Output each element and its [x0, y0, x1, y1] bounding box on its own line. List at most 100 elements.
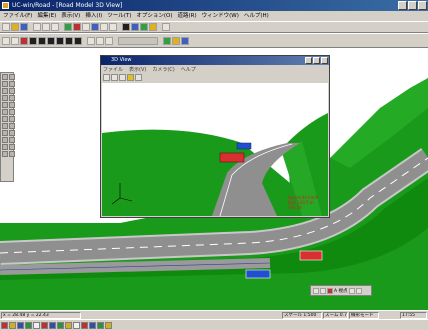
- tree-icon[interactable]: [163, 36, 171, 45]
- taskbar-road-icon[interactable]: [41, 321, 48, 329]
- palette-redo-icon[interactable]: [9, 144, 15, 150]
- palette-zoom-icon[interactable]: [2, 81, 8, 87]
- taskbar-doc-icon[interactable]: [33, 321, 40, 329]
- camera-icon[interactable]: [122, 23, 130, 31]
- view-3d-red-car[interactable]: [219, 152, 245, 163]
- minimize-button[interactable]: [398, 1, 407, 10]
- taskbar-game-icon[interactable]: [97, 321, 104, 329]
- grid-icon[interactable]: [2, 36, 10, 45]
- view-3d-play-icon[interactable]: [111, 74, 118, 81]
- taskbar-tools-icon[interactable]: [105, 321, 112, 329]
- menu-window[interactable]: ウィンドウ(W): [202, 11, 239, 21]
- palette-road-icon[interactable]: [2, 95, 8, 101]
- taskbar-app-icon[interactable]: [25, 321, 32, 329]
- help-icon[interactable]: [162, 23, 170, 31]
- palette-curve-icon[interactable]: [9, 88, 15, 94]
- palette-intersection-icon[interactable]: [2, 109, 8, 115]
- view-3d-stop-icon[interactable]: [119, 74, 126, 81]
- view-3d-light-icon[interactable]: [127, 74, 134, 81]
- palette-tree-icon[interactable]: [2, 116, 8, 122]
- palette-info-icon[interactable]: [9, 151, 15, 157]
- view-3d-window[interactable]: 3D View ファイル 表示(V) カメラ(C) ヘルプ Speed 40 k…: [100, 55, 330, 218]
- paste-icon[interactable]: [51, 23, 59, 31]
- stop-icon[interactable]: [56, 36, 64, 45]
- taskbar-sheet-icon[interactable]: [57, 321, 64, 329]
- speed-slider[interactable]: [118, 36, 158, 45]
- play-icon[interactable]: [131, 23, 139, 31]
- rotate-icon[interactable]: [96, 36, 104, 45]
- water-icon[interactable]: [181, 36, 189, 45]
- red-car[interactable]: [299, 250, 323, 261]
- view-3d-settings-icon[interactable]: [135, 74, 142, 81]
- fast-forward-icon[interactable]: [74, 36, 82, 45]
- view-3d-menu-camera[interactable]: カメラ(C): [152, 66, 174, 73]
- menu-options[interactable]: オプション(O): [136, 11, 172, 21]
- palette-text-icon[interactable]: [2, 137, 8, 143]
- palette-camera-icon[interactable]: [9, 123, 15, 129]
- taskbar-note-icon[interactable]: [73, 321, 80, 329]
- palette-building-icon[interactable]: [9, 116, 15, 122]
- menu-help[interactable]: ヘルプ(H): [244, 11, 269, 21]
- taskbar-network-icon[interactable]: [89, 321, 96, 329]
- cut-icon[interactable]: [33, 23, 41, 31]
- pause-icon[interactable]: [47, 36, 55, 45]
- palette-lane-icon[interactable]: [9, 95, 15, 101]
- taskbar-media-icon[interactable]: [81, 321, 88, 329]
- menu-file[interactable]: ファイル(F): [3, 11, 32, 21]
- new-file-icon[interactable]: [2, 23, 10, 31]
- zoom-out-icon[interactable]: [109, 23, 117, 31]
- view-3d-menu-help[interactable]: ヘルプ: [181, 66, 196, 73]
- terrain-icon[interactable]: [64, 23, 72, 31]
- copy-icon[interactable]: [42, 23, 50, 31]
- palette-point-icon[interactable]: [9, 81, 15, 87]
- menu-insert[interactable]: 挿入(I): [85, 11, 102, 21]
- palette-undo-icon[interactable]: [2, 144, 8, 150]
- snap-icon[interactable]: [11, 36, 19, 45]
- floating-zoom-icon[interactable]: [320, 287, 326, 294]
- taskbar-mail-icon[interactable]: [49, 321, 56, 329]
- close-button[interactable]: [418, 1, 427, 10]
- view-3d-title-bar[interactable]: 3D View: [101, 56, 329, 65]
- step-forward-icon[interactable]: [65, 36, 73, 45]
- view-3d-blue-car[interactable]: [236, 142, 252, 150]
- menu-edit[interactable]: 編集(E): [37, 11, 56, 21]
- taskbar-folder-icon[interactable]: [65, 321, 72, 329]
- palette-sign-icon[interactable]: [9, 109, 15, 115]
- palette-tunnel-icon[interactable]: [9, 102, 15, 108]
- view-3d-viewport[interactable]: Speed 40 km/h Dist 120.5 m FPS 28: [102, 83, 328, 216]
- palette-delete-icon[interactable]: [9, 137, 15, 143]
- view-3d-close-button[interactable]: [321, 57, 328, 64]
- rewind-icon[interactable]: [29, 36, 37, 45]
- road-icon[interactable]: [73, 23, 81, 31]
- palette-light-icon[interactable]: [2, 130, 8, 136]
- palette-car-icon[interactable]: [2, 123, 8, 129]
- taskbar-browser-icon[interactable]: [17, 321, 24, 329]
- move-icon[interactable]: [87, 36, 95, 45]
- menu-tools[interactable]: ツール(T): [107, 11, 131, 21]
- palette-help-icon[interactable]: [2, 151, 8, 157]
- view-3d-menu-file[interactable]: ファイル: [103, 66, 123, 73]
- save-icon[interactable]: [20, 23, 28, 31]
- floating-record-icon[interactable]: [327, 287, 333, 294]
- open-folder-icon[interactable]: [11, 23, 19, 31]
- start-icon[interactable]: [1, 321, 8, 329]
- menu-road[interactable]: 道路(R): [178, 11, 197, 21]
- view-3d-menu-view[interactable]: 表示(V): [129, 66, 146, 73]
- palette-bridge-icon[interactable]: [2, 102, 8, 108]
- view-3d-minimize-button[interactable]: [305, 57, 312, 64]
- maximize-button[interactable]: [408, 1, 417, 10]
- record-icon[interactable]: [20, 36, 28, 45]
- sign-icon[interactable]: [172, 36, 180, 45]
- measure-icon[interactable]: [105, 36, 113, 45]
- view-3d-maximize-button[interactable]: [313, 57, 320, 64]
- blue-car[interactable]: [245, 269, 271, 279]
- palette-line-icon[interactable]: [2, 88, 8, 94]
- taskbar-explorer-icon[interactable]: [9, 321, 16, 329]
- view-3d-camera-icon[interactable]: [103, 74, 110, 81]
- floating-settings-icon[interactable]: [348, 287, 355, 294]
- car-icon[interactable]: [140, 23, 148, 31]
- floating-camera-icon[interactable]: [313, 287, 319, 294]
- palette-measure-icon[interactable]: [9, 130, 15, 136]
- step-back-icon[interactable]: [38, 36, 46, 45]
- palette-pan-icon[interactable]: [9, 74, 15, 80]
